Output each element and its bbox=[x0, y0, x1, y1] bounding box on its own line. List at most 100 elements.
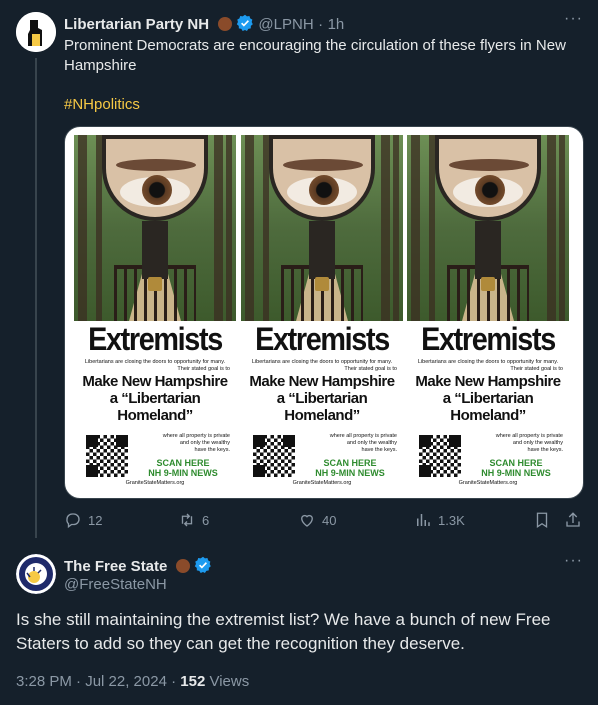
verified-icon bbox=[195, 556, 212, 573]
separator-dot: · bbox=[318, 16, 324, 33]
flyer-line2: Their stated goal is to bbox=[510, 366, 563, 372]
flyer-headline2: a “Libertarian bbox=[442, 390, 534, 407]
flyer-line1: Libertarians are closing the doors to op… bbox=[417, 359, 559, 365]
reply-meta: 3:28 PM · Jul 22, 2024 · 152 Views bbox=[16, 673, 249, 690]
flyer-headline: Make New Hampshire a “Libertarian Homela… bbox=[245, 373, 399, 424]
flyer-scan2: NH 9-MIN NEWS bbox=[148, 468, 218, 478]
reply-button[interactable]: 12 bbox=[64, 511, 102, 529]
flyer-line2: Their stated goal is to bbox=[177, 366, 230, 372]
flyer-note: where all property is private and only t… bbox=[134, 433, 230, 454]
share-icon bbox=[566, 512, 580, 527]
flyer-scan: SCAN HERE NH 9-MIN NEWS bbox=[136, 458, 230, 478]
flyer-headline1: Make New Hampshire bbox=[249, 373, 395, 390]
flyer-headline1: Make New Hampshire bbox=[415, 373, 561, 390]
flyer-note1: where all property is private bbox=[495, 433, 563, 439]
reply-text: Is she still maintaining the extremist l… bbox=[16, 610, 551, 653]
flyer-headline2: a “Libertarian bbox=[109, 390, 201, 407]
tweet-header: Libertarian Party NH @LPNH · 1h bbox=[64, 14, 344, 34]
flyer-note: where all property is private and only t… bbox=[467, 433, 563, 454]
like-icon bbox=[301, 514, 313, 527]
lpnh-logo bbox=[16, 12, 56, 52]
flyer-scan1: SCAN HERE bbox=[323, 458, 377, 468]
tweet-media[interactable]: Extremists Libertarians are closing the … bbox=[64, 126, 584, 499]
flyer-title: Extremists bbox=[421, 321, 556, 357]
qr-code-icon bbox=[86, 435, 128, 477]
flyer-note2: and only the wealthy bbox=[512, 440, 563, 446]
flyer-illustration bbox=[74, 135, 236, 321]
flyer-note1: where all property is private bbox=[329, 433, 397, 439]
flyer-note3: have the keys. bbox=[527, 447, 563, 453]
reply-count: 12 bbox=[88, 512, 103, 528]
repost-icon bbox=[181, 513, 193, 527]
repost-count: 6 bbox=[202, 512, 210, 528]
post-time[interactable]: 1h bbox=[328, 16, 345, 33]
more-icon[interactable]: ··· bbox=[564, 552, 583, 570]
lpnh-avatar[interactable] bbox=[16, 12, 56, 52]
views-icon bbox=[417, 514, 430, 526]
flyer-title: Extremists bbox=[88, 321, 223, 357]
thread-line bbox=[35, 58, 37, 538]
qr-code-icon bbox=[419, 435, 461, 477]
flyer-scan2: NH 9-MIN NEWS bbox=[481, 468, 551, 478]
reply-header: The Free State bbox=[64, 556, 212, 576]
flyer-site: GraniteStateMatters.org bbox=[292, 480, 352, 486]
flyer-note2: and only the wealthy bbox=[346, 440, 397, 446]
repost-button[interactable]: 6 bbox=[178, 511, 209, 529]
flyer-image[interactable]: Extremists Libertarians are closing the … bbox=[407, 135, 569, 491]
flyer-note3: have the keys. bbox=[194, 447, 230, 453]
flyer-scan: SCAN HERE NH 9-MIN NEWS bbox=[303, 458, 397, 478]
flyer-headline3: Homeland” bbox=[117, 407, 193, 424]
flyer-scan2: NH 9-MIN NEWS bbox=[315, 468, 385, 478]
reply-author-name[interactable]: The Free State bbox=[64, 558, 167, 575]
author-name[interactable]: Libertarian Party NH bbox=[64, 16, 209, 33]
reply-icon bbox=[66, 513, 80, 529]
flyer-headline3: Homeland” bbox=[284, 407, 360, 424]
flyer-line2: Their stated goal is to bbox=[344, 366, 397, 372]
flyer-headline1: Make New Hampshire bbox=[82, 373, 228, 390]
flyer-note1: where all property is private bbox=[162, 433, 230, 439]
flyer-image[interactable]: Extremists Libertarians are closing the … bbox=[74, 135, 236, 491]
freestate-avatar[interactable] bbox=[16, 554, 56, 594]
flyer-title: Extremists bbox=[255, 321, 390, 357]
flyer-illustration bbox=[241, 135, 403, 321]
flyer-note: where all property is private and only t… bbox=[301, 433, 397, 454]
bookmark-icon bbox=[536, 512, 548, 529]
more-icon[interactable]: ··· bbox=[564, 10, 583, 28]
flyer-headline2: a “Libertarian bbox=[276, 390, 368, 407]
flyer-line1: Libertarians are closing the doors to op… bbox=[84, 359, 226, 365]
flyer-illustration bbox=[407, 135, 569, 321]
eye-keyhole-icon bbox=[102, 135, 208, 221]
flyer-image[interactable]: Extremists Libertarians are closing the … bbox=[241, 135, 403, 491]
flyer-scan1: SCAN HERE bbox=[489, 458, 543, 468]
flyer-scan1: SCAN HERE bbox=[156, 458, 210, 468]
eye-keyhole-icon bbox=[435, 135, 541, 221]
flyer-line1: Libertarians are closing the doors to op… bbox=[251, 359, 393, 365]
reply-timestamp[interactable]: 3:28 PM · Jul 22, 2024 · bbox=[16, 673, 176, 690]
flyer-note3: have the keys. bbox=[361, 447, 397, 453]
flyer-scan: SCAN HERE NH 9-MIN NEWS bbox=[469, 458, 563, 478]
flyer-headline3: Homeland” bbox=[450, 407, 526, 424]
flyer-headline: Make New Hampshire a “Libertarian Homela… bbox=[78, 373, 232, 424]
tweet-text: Prominent Democrats are encouraging the … bbox=[64, 37, 566, 74]
party-emoji-icon bbox=[217, 17, 232, 31]
eye-keyhole-icon bbox=[269, 135, 375, 221]
verified-icon bbox=[236, 14, 253, 31]
freestate-logo bbox=[16, 554, 56, 594]
flyer-site: GraniteStateMatters.org bbox=[458, 480, 518, 486]
share-button[interactable] bbox=[564, 511, 582, 529]
like-button[interactable]: 40 bbox=[298, 511, 336, 529]
views-count: 1.3K bbox=[438, 512, 465, 528]
flyer-note2: and only the wealthy bbox=[179, 440, 230, 446]
flyer-site: GraniteStateMatters.org bbox=[125, 480, 185, 486]
reply-views-label: Views bbox=[209, 673, 250, 690]
author-handle[interactable]: @LPNH bbox=[258, 16, 313, 33]
bookmark-button[interactable] bbox=[533, 511, 551, 529]
views-button[interactable]: 1.3K bbox=[414, 511, 465, 529]
party-emoji-icon bbox=[175, 559, 190, 573]
like-count: 40 bbox=[322, 512, 337, 528]
hashtag-link[interactable]: #NHpolitics bbox=[64, 96, 140, 113]
reply-author-handle[interactable]: @FreeStateNH bbox=[64, 576, 167, 593]
flyer-headline: Make New Hampshire a “Libertarian Homela… bbox=[411, 373, 565, 424]
qr-code-icon bbox=[253, 435, 295, 477]
reply-views-count: 152 bbox=[180, 673, 206, 690]
